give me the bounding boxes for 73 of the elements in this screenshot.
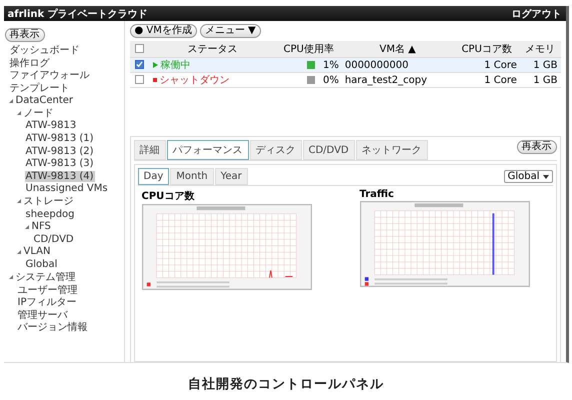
- period-tab[interactable]: Day: [138, 168, 170, 185]
- tree-item[interactable]: Unassigned VMs: [24, 183, 109, 194]
- toolbar-button[interactable]: ● VMを作成: [130, 24, 197, 38]
- stop-icon: [152, 78, 156, 82]
- expand-icon[interactable]: [24, 224, 28, 229]
- table-cell: 1 GB: [520, 72, 560, 88]
- checkbox[interactable]: [135, 60, 144, 70]
- tree-item[interactable]: ストレージ: [22, 194, 74, 208]
- table-row[interactable]: 稼働中 1% 0000000000 1 Core 1 GB: [130, 58, 560, 72]
- toolbar-button[interactable]: メニュー ▼: [200, 24, 261, 38]
- table-row[interactable]: シャットダウン 0% hara_test2_copy 1 Core 1 GB: [130, 72, 560, 88]
- refresh-button[interactable]: 再表示: [516, 140, 556, 154]
- tree-item[interactable]: ダッシュボード: [8, 43, 80, 58]
- tree-item[interactable]: ATW-9813 (3): [24, 158, 95, 170]
- column-header[interactable]: VM名 ▲: [342, 41, 454, 58]
- refresh-button[interactable]: 再表示: [4, 28, 44, 42]
- legend-swatch: [146, 282, 150, 286]
- table-cell: hara_test2_copy: [342, 72, 454, 88]
- play-icon: [152, 62, 158, 68]
- tab[interactable]: ネットワーク: [356, 140, 428, 160]
- tree-item[interactable]: 管理サーバ: [16, 308, 68, 322]
- tab[interactable]: 詳細: [134, 140, 166, 160]
- expand-icon[interactable]: [16, 199, 20, 204]
- column-header[interactable]: ステータス: [150, 41, 276, 58]
- tree-item[interactable]: ファイアウォール: [8, 68, 90, 82]
- expand-icon[interactable]: [16, 111, 20, 116]
- tree-item[interactable]: IPフィルター: [16, 295, 78, 310]
- caption: 自社開発のコントロールパネル: [188, 376, 384, 393]
- tree-item[interactable]: NFS: [30, 221, 52, 232]
- table-cell-text: 0%: [322, 74, 339, 86]
- expand-icon[interactable]: [16, 250, 20, 254]
- tree-item[interactable]: テンプレート: [8, 81, 70, 96]
- line-series: [268, 270, 293, 278]
- tab[interactable]: パフォーマンス: [166, 140, 248, 160]
- tree-item[interactable]: sheepdog: [24, 208, 76, 220]
- app-title: afrlink プライベートクラウド: [8, 7, 148, 20]
- updown-icon: [542, 174, 548, 178]
- tree-item[interactable]: ATW-9813 (1): [24, 132, 95, 144]
- column-header[interactable]: CPUコア数: [454, 41, 520, 58]
- chart-title: CPUコア数: [142, 190, 196, 203]
- tree-item[interactable]: Global: [24, 258, 58, 270]
- column-header[interactable]: メモリ: [520, 41, 560, 58]
- tree-item[interactable]: ユーザー管理: [16, 282, 78, 297]
- table-cell: 1 Core: [454, 72, 520, 88]
- tab[interactable]: ディスク: [250, 140, 302, 160]
- tree-item[interactable]: システム管理: [14, 270, 76, 284]
- checkbox[interactable]: [135, 75, 144, 84]
- tree-item[interactable]: ATW-9813: [24, 120, 78, 132]
- column-header[interactable]: CPU使用率: [276, 41, 342, 58]
- tree-item[interactable]: CD/DVD: [32, 234, 75, 245]
- tree-item[interactable]: DataCenter: [14, 95, 74, 106]
- tree-item[interactable]: ノード: [22, 106, 54, 120]
- table-cell-text: 1%: [322, 60, 339, 70]
- tree-item[interactable]: ATW-9813 (2): [24, 146, 95, 157]
- expand-icon[interactable]: [8, 274, 12, 279]
- tab[interactable]: CD/DVD: [302, 140, 355, 160]
- tree-item[interactable]: バージョン情報: [16, 320, 88, 334]
- tree-item[interactable]: 操作ログ: [8, 56, 50, 70]
- network-select[interactable]: Global: [504, 170, 552, 183]
- table-cell: 1 GB: [520, 58, 560, 72]
- tree-item[interactable]: VLAN: [22, 246, 52, 258]
- tree-item[interactable]: ATW-9813 (4): [24, 170, 95, 182]
- chart-title: Traffic: [360, 189, 395, 200]
- expand-icon[interactable]: [8, 98, 12, 103]
- logout-link[interactable]: ログアウト: [512, 6, 562, 20]
- spike-bar: [492, 213, 494, 275]
- checkbox[interactable]: [135, 44, 144, 54]
- status-text: 稼働中: [160, 60, 190, 71]
- table-cell: 0000000000: [342, 58, 454, 72]
- status-text: シャットダウン: [160, 75, 230, 86]
- table-cell: 1 Core: [454, 58, 520, 72]
- period-tab[interactable]: Year: [214, 168, 248, 185]
- period-tab[interactable]: Month: [170, 168, 214, 185]
